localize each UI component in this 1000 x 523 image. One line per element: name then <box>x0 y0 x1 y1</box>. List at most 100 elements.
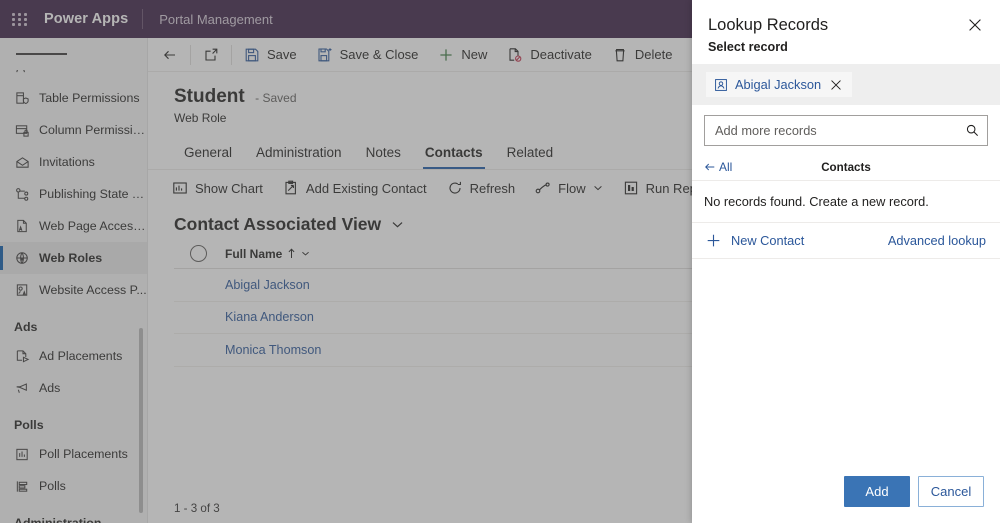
empty-results-message: No records found. Create a new record. <box>692 181 1000 223</box>
polls-icon <box>14 478 30 494</box>
ads-icon <box>14 380 30 396</box>
tab-contacts[interactable]: Contacts <box>413 141 495 169</box>
record-title: Student <box>174 86 245 107</box>
sidebar-item-contacts-clipped[interactable]: Contacts <box>0 70 147 82</box>
open-in-new-window-button[interactable] <box>193 38 229 72</box>
lookup-panel-footer: Add Cancel <box>692 476 1000 523</box>
save-button[interactable]: Save <box>234 38 307 72</box>
show-chart-button[interactable]: Show Chart <box>162 171 273 205</box>
search-input[interactable] <box>705 123 957 138</box>
sidebar-item-label: Polls <box>39 479 66 493</box>
flow-button[interactable]: Flow <box>525 171 612 205</box>
add-existing-contact-label: Add Existing Contact <box>305 180 427 196</box>
cell-full-name[interactable]: Monica Thomson <box>176 343 321 357</box>
tab-related[interactable]: Related <box>495 141 566 169</box>
cell-full-name[interactable]: Kiana Anderson <box>176 310 314 324</box>
add-existing-contact-button[interactable]: Add Existing Contact <box>273 171 437 205</box>
sidebar-scrollbar[interactable] <box>139 328 143 513</box>
sidebar-item-label: Publishing State T... <box>39 187 147 201</box>
remove-chip-icon[interactable] <box>828 79 844 91</box>
sidebar-item-website-access-permissions[interactable]: Website Access P... <box>0 274 147 306</box>
save-and-close-label: Save & Close <box>339 47 419 62</box>
brand-title[interactable]: Power Apps <box>40 11 142 27</box>
save-and-close-button[interactable]: Save & Close <box>307 38 429 72</box>
sidebar-group-ads: Ads <box>14 320 38 334</box>
lookup-panel-actions: New Contact Advanced lookup <box>692 223 1000 259</box>
selected-record-chip: Abigal Jackson <box>706 72 853 97</box>
sidebar-item-polls[interactable]: Polls <box>0 470 147 502</box>
sidebar-item-ads[interactable]: Ads <box>0 372 147 404</box>
lookup-results-header: All Contacts <box>692 154 1000 181</box>
sidebar-item-poll-placements[interactable]: Poll Placements <box>0 438 147 470</box>
sidebar-item-invitations[interactable]: Invitations <box>0 146 147 178</box>
ad-placements-icon <box>14 348 30 364</box>
sidebar-item-label: Website Access P... <box>39 283 147 297</box>
new-contact-button[interactable]: New Contact <box>706 233 804 248</box>
deactivate-label: Deactivate <box>530 47 592 62</box>
sidebar: Contacts Table Permissions <box>0 38 148 523</box>
subgrid-refresh-button[interactable]: Refresh <box>437 171 526 205</box>
sidebar-item-label: Contacts <box>39 70 88 73</box>
sidebar-item-label: Web Page Access ... <box>39 219 147 233</box>
delete-button[interactable]: Delete <box>602 38 683 72</box>
sidebar-item-label: Table Permissions <box>39 91 140 105</box>
table-permissions-icon <box>14 90 30 106</box>
advanced-lookup-link[interactable]: Advanced lookup <box>888 233 986 248</box>
column-permissions-icon <box>14 122 30 138</box>
sidebar-item-label: Poll Placements <box>39 447 128 461</box>
contacts-icon <box>14 70 30 74</box>
chevron-down-icon <box>593 183 603 193</box>
website-access-permissions-icon <box>14 282 30 298</box>
lookup-search-area <box>692 105 1000 154</box>
deactivate-icon <box>507 47 523 63</box>
sidebar-item-label: Ad Placements <box>39 349 123 363</box>
contact-record-icon <box>714 78 728 92</box>
flow-label: Flow <box>558 180 586 196</box>
sidebar-item-table-permissions[interactable]: Table Permissions <box>0 82 147 114</box>
sidebar-item-ad-placements[interactable]: Ad Placements <box>0 340 147 372</box>
back-button[interactable] <box>152 38 188 72</box>
tab-administration[interactable]: Administration <box>244 141 354 169</box>
select-all-toggle[interactable] <box>190 245 207 262</box>
poll-placements-icon <box>14 446 30 462</box>
lookup-records-panel: Lookup Records Select record Abigal Jack… <box>692 0 1000 523</box>
sidebar-group-administration: Administration <box>14 516 102 523</box>
column-header-label: Full Name <box>225 246 283 261</box>
chevron-down-icon[interactable] <box>301 249 310 258</box>
open-in-new-window-icon <box>203 47 219 63</box>
record-count-label: 1 - 3 of 3 <box>174 501 220 515</box>
column-header-full-name[interactable]: Full Name <box>225 247 310 261</box>
sidebar-item-label: Ads <box>39 381 61 395</box>
sidebar-item-column-permissions[interactable]: Column Permissio... <box>0 114 147 146</box>
lookup-panel-subtitle: Select record <box>708 40 788 54</box>
tab-notes[interactable]: Notes <box>354 141 413 169</box>
sidebar-item-label: Invitations <box>39 155 95 169</box>
run-report-icon <box>623 180 639 196</box>
delete-label: Delete <box>634 47 673 62</box>
app-name-label: Portal Management <box>159 11 273 27</box>
save-status-label: - Saved <box>255 91 297 105</box>
sidebar-item-label: Column Permissio... <box>39 123 147 137</box>
cancel-button[interactable]: Cancel <box>918 476 984 507</box>
hamburger-menu-icon[interactable] <box>0 38 147 70</box>
show-chart-icon <box>172 180 188 196</box>
publishing-state-transitions-icon <box>14 186 30 202</box>
sidebar-item-list: Table Permissions Column Permissio... In… <box>0 82 147 523</box>
sidebar-item-web-roles[interactable]: Web Roles <box>0 242 147 274</box>
web-roles-icon <box>14 250 30 266</box>
chevron-down-icon[interactable] <box>391 218 404 231</box>
app-launcher-icon[interactable] <box>0 12 40 26</box>
command-separator <box>231 44 232 65</box>
tab-general[interactable]: General <box>172 141 244 169</box>
sidebar-item-web-page-access[interactable]: Web Page Access ... <box>0 210 147 242</box>
close-icon <box>968 18 982 32</box>
view-title: Contact Associated View <box>174 214 382 234</box>
close-panel-button[interactable] <box>960 10 990 40</box>
new-button[interactable]: New <box>428 38 497 72</box>
sidebar-item-publishing-state-transitions[interactable]: Publishing State T... <box>0 178 147 210</box>
deactivate-button[interactable]: Deactivate <box>497 38 601 72</box>
plus-icon <box>438 47 454 63</box>
cell-full-name[interactable]: Abigal Jackson <box>176 278 310 292</box>
add-button[interactable]: Add <box>844 476 910 507</box>
search-icon[interactable] <box>957 123 987 138</box>
